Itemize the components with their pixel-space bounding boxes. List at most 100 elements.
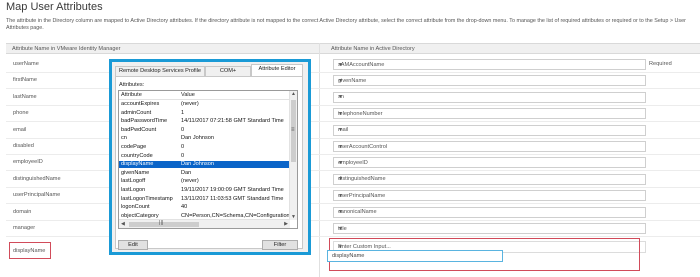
attribute-dropdown[interactable]: mail ▼ xyxy=(333,124,646,136)
list-row-selected[interactable]: displayName Dan Johnson xyxy=(119,160,291,170)
list-row-value: 0 xyxy=(181,126,185,133)
chevron-down-icon: ▼ xyxy=(338,127,343,134)
attribute-name: disabled xyxy=(13,143,34,149)
chevron-down-icon: ▼ xyxy=(338,110,343,117)
list-row-attribute: givenName xyxy=(121,169,150,176)
list-row-attribute: logonCount xyxy=(121,204,150,211)
list-row-attribute: cn xyxy=(121,135,127,142)
attribute-name: phone xyxy=(13,110,29,117)
list-row[interactable]: countryCode 0 xyxy=(119,153,290,160)
attribute-dropdown[interactable]: distinguishedName ▼ xyxy=(333,173,646,185)
instructions-text: The attribute in the Directory column ar… xyxy=(6,18,686,31)
list-row-value: 1 xyxy=(181,109,185,116)
chevron-down-icon: ▼ xyxy=(338,61,343,68)
attribute-name: userPrincipalName xyxy=(13,192,61,199)
attribute-dropdown[interactable]: givenName ▼ xyxy=(333,75,646,87)
chevron-down-icon: ▼ xyxy=(338,159,343,166)
tab-attribute-editor[interactable]: Attribute Editor xyxy=(251,64,303,76)
custom-attribute-value: displayName xyxy=(332,253,365,259)
attribute-name: manager xyxy=(13,225,36,231)
list-row-value: (never) xyxy=(181,178,199,185)
list-row[interactable]: codePage 0 xyxy=(119,144,290,151)
displayname-highlight-box xyxy=(9,242,51,259)
list-row[interactable]: givenName Dan xyxy=(119,170,290,177)
horizontal-scroll-thumb[interactable] xyxy=(129,222,199,227)
list-row[interactable]: adminCount 1 xyxy=(119,110,290,117)
list-row-attribute: lastLogon xyxy=(121,187,146,193)
required-label: Required xyxy=(649,61,672,67)
list-row-value: 19/11/2017 19:00:09 GMT Standard Time xyxy=(181,187,284,193)
attribute-dropdown[interactable]: canonicalName ▼ xyxy=(333,206,646,218)
attribute-dropdown[interactable]: sn ▼ xyxy=(333,91,646,103)
list-row[interactable]: badPasswordTime 14/11/2017 07:21:58 GMT S… xyxy=(119,118,290,125)
column-header-active-directory: Attribute Name in Active Directory xyxy=(331,46,415,52)
attribute-name: email xyxy=(13,126,27,133)
list-row-value: (never) xyxy=(181,101,199,107)
attribute-name: employeeID xyxy=(13,159,43,166)
vertical-scrollbar[interactable]: ▲ ≡ ▼ xyxy=(289,91,297,220)
list-row[interactable]: badPwdCount 0 xyxy=(119,127,290,134)
list-row-value: 40 xyxy=(181,204,188,211)
attribute-name: userName xyxy=(13,61,39,67)
list-row[interactable]: lastLogon 19/11/2017 19:00:09 GMT Standar… xyxy=(119,187,290,194)
list-row-value: 0 xyxy=(181,152,185,159)
attribute-dropdown[interactable]: title ▼ xyxy=(333,223,646,234)
table-header: Attribute Name in VMware Identity Manage… xyxy=(6,43,700,54)
attributes-label: Attributes: xyxy=(119,82,145,88)
column-header-vidm: Attribute Name in VMware Identity Manage… xyxy=(12,46,121,52)
dialog-tabs: Remote Desktop Services Profile COM+ Att… xyxy=(115,64,303,76)
list-row[interactable]: lastLogonTimestamp 13/11/2017 11:03:53 GM… xyxy=(119,196,290,203)
list-row[interactable]: accountExpires (never) xyxy=(119,101,290,108)
chevron-down-icon: ▼ xyxy=(338,94,343,101)
list-row-attribute: badPwdCount xyxy=(121,126,157,133)
scroll-grip-icon: ≡ xyxy=(291,127,295,133)
attribute-name: firstName xyxy=(13,77,37,84)
attribute-dropdown[interactable]: sAMAccountName ▼ xyxy=(333,59,646,70)
list-row[interactable]: logonCount 40 xyxy=(119,204,290,211)
edit-button[interactable]: Edit xyxy=(118,240,148,250)
scroll-left-icon[interactable]: ◀ xyxy=(121,221,125,227)
chevron-down-icon: ▼ xyxy=(338,176,343,183)
scroll-up-icon[interactable]: ▲ xyxy=(291,91,296,97)
attribute-list[interactable]: Attribute Value accountExpires (never) adm… xyxy=(118,90,298,229)
attribute-name: distinguishedName xyxy=(13,175,61,182)
tab-com-plus[interactable]: COM+ xyxy=(205,66,251,76)
filter-button[interactable]: Filter xyxy=(262,240,298,250)
list-row-attribute: displayName xyxy=(121,161,154,168)
list-row-value: Dan Johnson xyxy=(181,135,214,142)
custom-attribute-input[interactable]: displayName xyxy=(327,250,503,262)
list-row-attribute: adminCount xyxy=(121,109,152,116)
list-row-value: 0 xyxy=(181,144,185,150)
horizontal-grip-icon: ||| xyxy=(159,220,164,226)
attribute-dropdown[interactable]: telephoneNumber ▼ xyxy=(333,108,646,120)
list-row-attribute: codePage xyxy=(121,144,147,150)
list-row-attribute: lastLogoff xyxy=(121,178,146,185)
chevron-down-icon: ▼ xyxy=(338,77,343,84)
scroll-right-icon[interactable]: ▶ xyxy=(284,221,288,227)
list-row-value: Dan xyxy=(181,169,192,176)
scroll-down-icon[interactable]: ▼ xyxy=(291,214,296,220)
chevron-down-icon: ▼ xyxy=(338,209,343,216)
list-row-value: Dan Johnson xyxy=(181,161,214,168)
list-row-attribute: countryCode xyxy=(121,152,153,159)
page-title: Map User Attributes xyxy=(6,1,103,13)
list-row-attribute: badPasswordTime xyxy=(121,118,168,125)
attribute-name: domain xyxy=(13,208,32,215)
list-row[interactable]: cn Dan Johnson xyxy=(119,135,290,142)
list-row[interactable]: lastLogoff (never) xyxy=(119,178,290,185)
chevron-down-icon: ▼ xyxy=(338,225,343,232)
attribute-dropdown[interactable]: employeeID ▼ xyxy=(333,157,646,169)
horizontal-scrollbar[interactable]: ◀ ||| ▶ xyxy=(119,219,290,228)
list-row-value: 13/11/2017 11:03:53 GMT Standard Time xyxy=(181,195,284,202)
attribute-name: lastName xyxy=(13,93,37,100)
list-row-value: 14/11/2017 07:21:58 GMT Standard Time xyxy=(181,118,284,125)
list-row-attribute: lastLogonTimestamp xyxy=(121,195,173,202)
list-header-value[interactable]: Value xyxy=(181,92,195,98)
tab-remote-desktop-services-profile[interactable]: Remote Desktop Services Profile xyxy=(115,66,205,76)
attribute-dropdown[interactable]: userAccountControl ▼ xyxy=(333,141,646,152)
list-header: Attribute Value xyxy=(119,91,290,100)
list-row-attribute: accountExpires xyxy=(121,101,160,107)
attribute-dropdown[interactable]: userPrincipalName ▼ xyxy=(333,190,646,202)
list-header-attribute[interactable]: Attribute xyxy=(121,92,142,98)
chevron-down-icon: ▼ xyxy=(338,143,343,150)
